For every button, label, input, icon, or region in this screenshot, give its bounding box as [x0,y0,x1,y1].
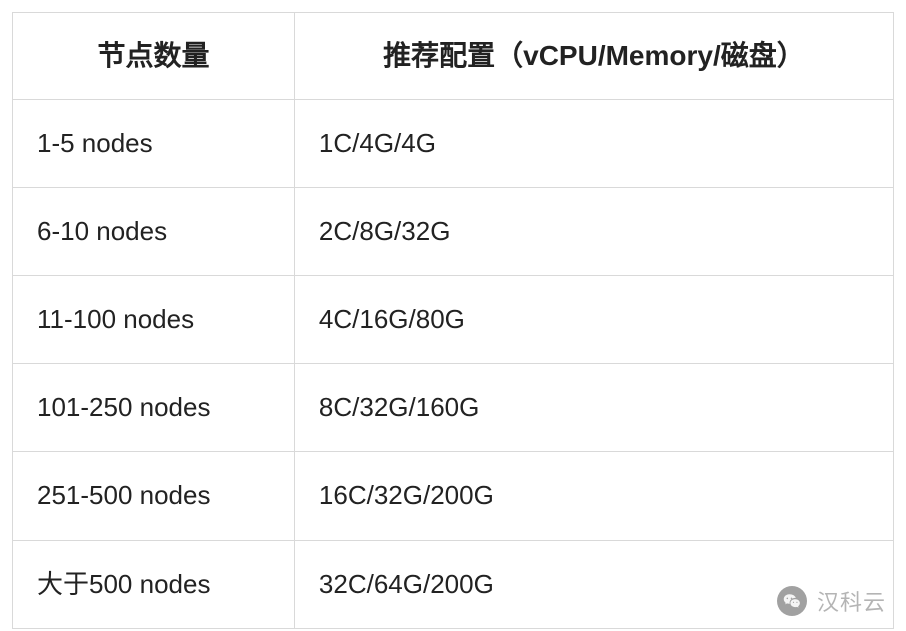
cell-nodes: 101-250 nodes [13,364,295,452]
cell-config: 16C/32G/200G [294,452,893,540]
table-row: 6-10 nodes 2C/8G/32G [13,187,894,275]
cell-nodes: 251-500 nodes [13,452,295,540]
cell-nodes: 大于500 nodes [13,540,295,628]
table-row: 251-500 nodes 16C/32G/200G [13,452,894,540]
table-header-row: 节点数量 推荐配置（vCPU/Memory/磁盘） [13,13,894,100]
table-row: 大于500 nodes 32C/64G/200G [13,540,894,628]
header-nodes: 节点数量 [13,13,295,100]
cell-config: 2C/8G/32G [294,187,893,275]
cell-config: 32C/64G/200G [294,540,893,628]
cell-config: 8C/32G/160G [294,364,893,452]
table-row: 101-250 nodes 8C/32G/160G [13,364,894,452]
config-table-container: 节点数量 推荐配置（vCPU/Memory/磁盘） 1-5 nodes 1C/4… [12,12,894,629]
table-row: 1-5 nodes 1C/4G/4G [13,99,894,187]
cell-config: 4C/16G/80G [294,275,893,363]
table-row: 11-100 nodes 4C/16G/80G [13,275,894,363]
cell-config: 1C/4G/4G [294,99,893,187]
cell-nodes: 6-10 nodes [13,187,295,275]
config-table: 节点数量 推荐配置（vCPU/Memory/磁盘） 1-5 nodes 1C/4… [12,12,894,629]
header-config: 推荐配置（vCPU/Memory/磁盘） [294,13,893,100]
cell-nodes: 1-5 nodes [13,99,295,187]
cell-nodes: 11-100 nodes [13,275,295,363]
